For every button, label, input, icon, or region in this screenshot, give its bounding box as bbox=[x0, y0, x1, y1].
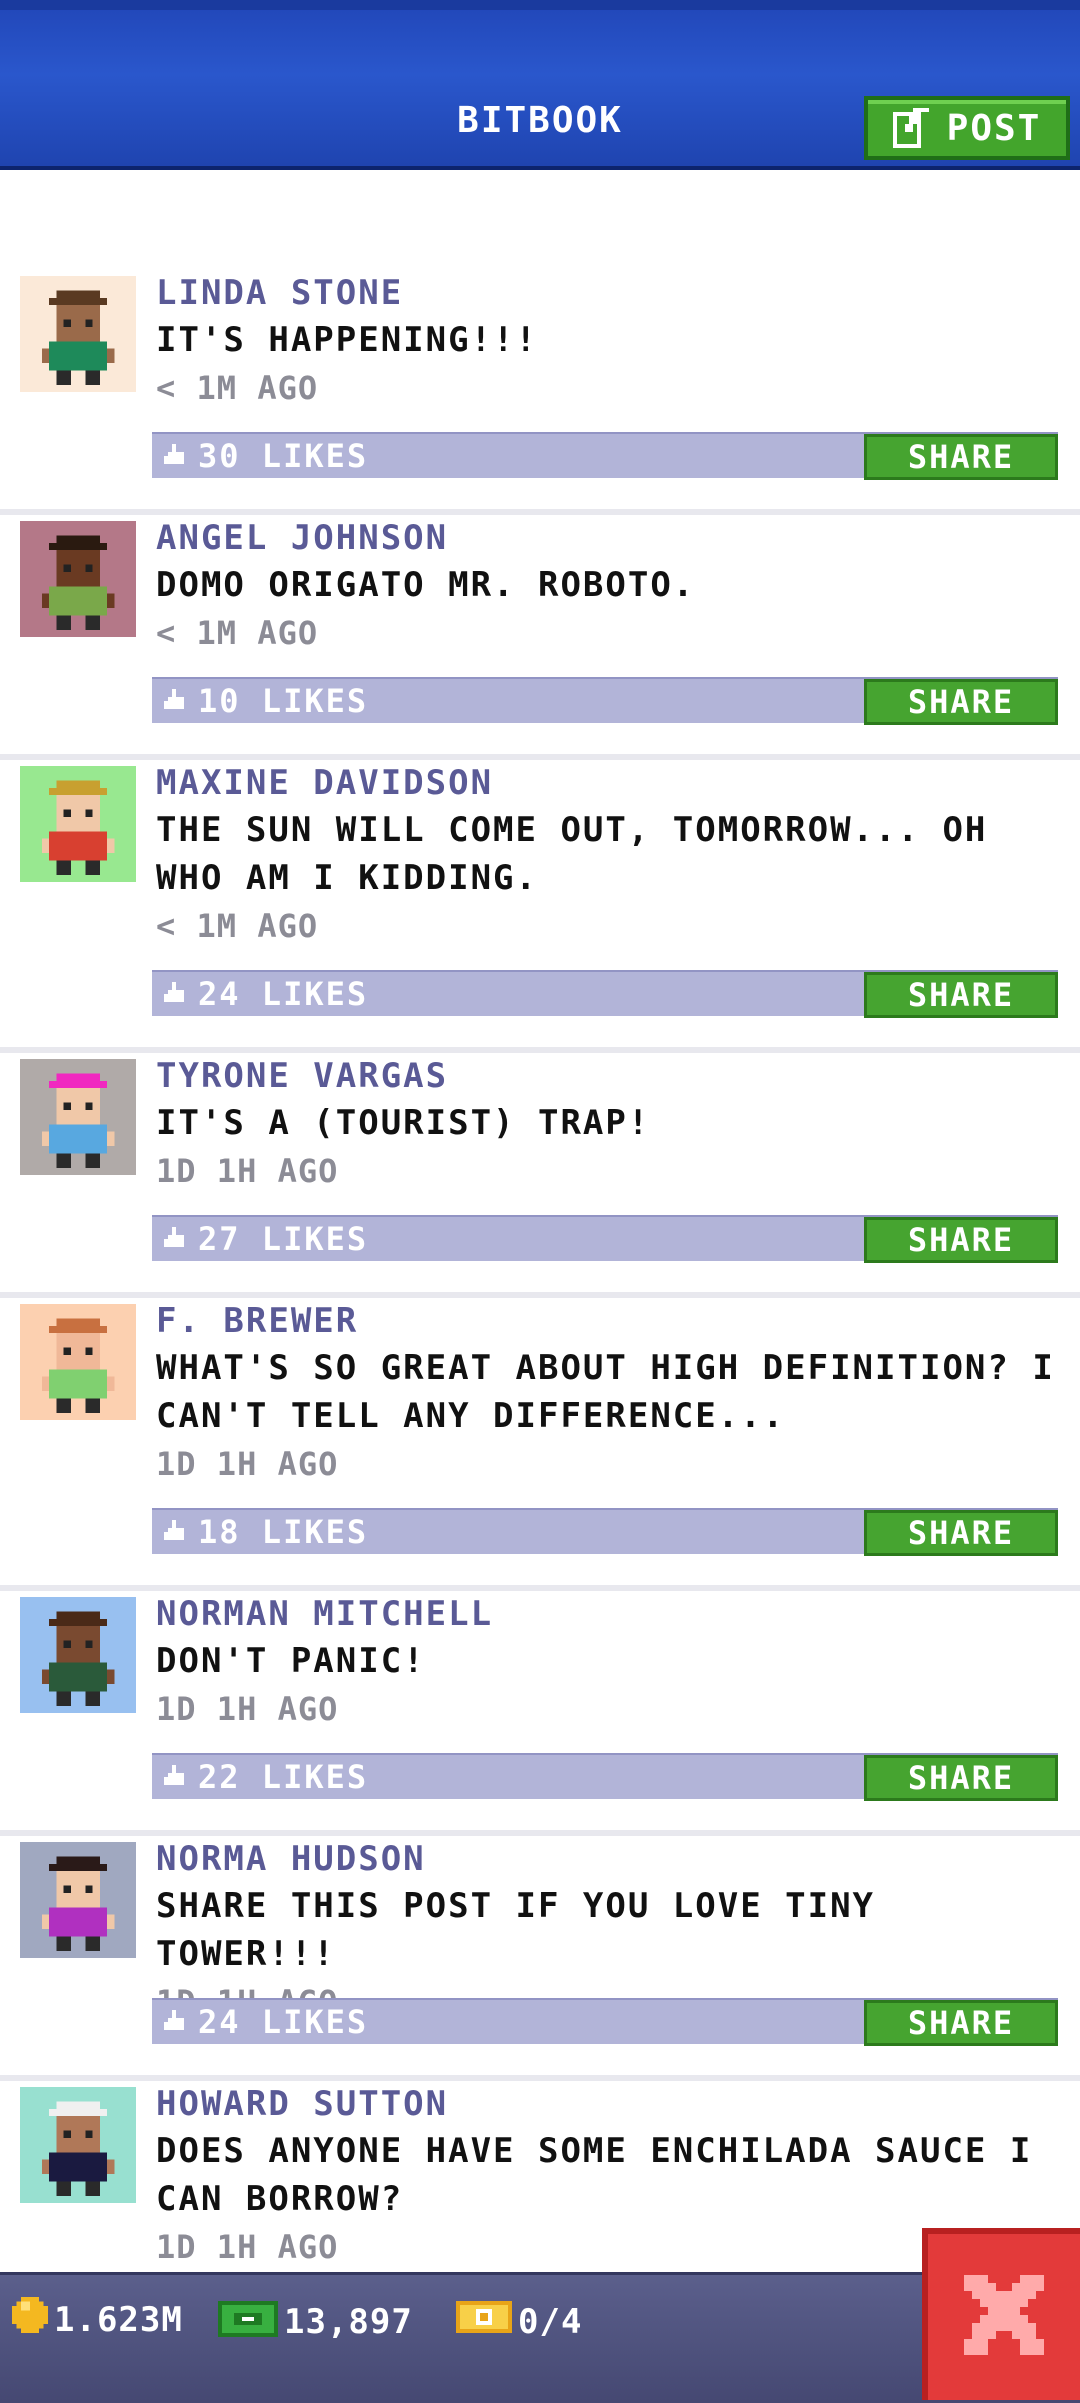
post-author[interactable]: F. BREWER bbox=[156, 1298, 1066, 1344]
post-author[interactable]: LINDA STONE bbox=[156, 270, 1066, 316]
likes-count: 30 LIKES bbox=[198, 437, 369, 475]
likes-count: 22 LIKES bbox=[198, 1758, 369, 1796]
status-strip bbox=[0, 0, 1080, 10]
feed-post: ANGEL JOHNSON DOMO ORIGATO MR. ROBOTO. <… bbox=[0, 515, 1080, 760]
thumbs-up-icon bbox=[164, 1227, 188, 1251]
edit-icon bbox=[892, 108, 933, 148]
thumbs-up-icon bbox=[164, 444, 188, 468]
share-button[interactable]: SHARE bbox=[864, 679, 1058, 725]
post-time: < 1M AGO bbox=[156, 614, 319, 652]
post-author[interactable]: NORMA HUDSON bbox=[156, 1836, 1066, 1882]
ticket-icon bbox=[456, 2297, 512, 2346]
post-time: 1D 1H AGO bbox=[156, 1445, 339, 1483]
avatar bbox=[20, 1059, 136, 1175]
post-author[interactable]: HOWARD SUTTON bbox=[156, 2081, 1066, 2127]
tickets-counter: 0/4 bbox=[456, 2297, 582, 2346]
thumbs-up-icon bbox=[164, 982, 188, 1006]
avatar bbox=[20, 1842, 136, 1958]
bux-cash-icon bbox=[218, 2297, 278, 2346]
post-message: DOES ANYONE HAVE SOME ENCHILADA SAUCE I … bbox=[156, 2131, 1033, 2219]
close-icon bbox=[964, 2275, 1044, 2359]
post-message: DON'T PANIC! bbox=[156, 1641, 426, 1681]
likes-count: 24 LIKES bbox=[198, 975, 369, 1013]
share-button[interactable]: SHARE bbox=[864, 1755, 1058, 1801]
post-author[interactable]: ANGEL JOHNSON bbox=[156, 515, 1066, 561]
thumbs-up-icon bbox=[164, 1765, 188, 1789]
likes-bar: 18 LIKES SHARE bbox=[152, 1508, 1058, 1556]
resource-bar: 1.623M 13,897 0/4 bbox=[0, 2272, 1080, 2403]
feed-post: LINDA STONE IT'S HAPPENING!!! < 1M AGO 3… bbox=[0, 270, 1080, 515]
avatar bbox=[20, 276, 136, 392]
likes-count: 27 LIKES bbox=[198, 1220, 369, 1258]
feed-list[interactable]: LINDA STONE IT'S HAPPENING!!! < 1M AGO 3… bbox=[0, 270, 1080, 2281]
feed-post: TYRONE VARGAS IT'S A (TOURIST) TRAP! 1D … bbox=[0, 1053, 1080, 1298]
post-message: THE SUN WILL COME OUT, TOMORROW... OH WH… bbox=[156, 810, 988, 898]
thumbs-up-icon bbox=[164, 1520, 188, 1544]
coins-value: 1.623M bbox=[54, 2299, 183, 2340]
feed-post: NORMA HUDSON SHARE THIS POST IF YOU LOVE… bbox=[0, 1836, 1080, 2081]
post-message: WHAT'S SO GREAT ABOUT HIGH DEFINITION? I… bbox=[156, 1348, 1055, 1436]
post-time: < 1M AGO bbox=[156, 369, 319, 407]
tickets-value: 0/4 bbox=[518, 2301, 583, 2342]
avatar bbox=[20, 1304, 136, 1420]
post-message: SHARE THIS POST IF YOU LOVE TINY TOWER!!… bbox=[156, 1886, 876, 1974]
close-button[interactable] bbox=[922, 2228, 1080, 2400]
feed-post: NORMAN MITCHELL DON'T PANIC! 1D 1H AGO 2… bbox=[0, 1591, 1080, 1836]
likes-bar: 22 LIKES SHARE bbox=[152, 1753, 1058, 1801]
feed-post: F. BREWER WHAT'S SO GREAT ABOUT HIGH DEF… bbox=[0, 1298, 1080, 1591]
thumbs-up-icon bbox=[164, 689, 188, 713]
post-message: DOMO ORIGATO MR. ROBOTO. bbox=[156, 565, 696, 605]
avatar bbox=[20, 1597, 136, 1713]
bux-value: 13,897 bbox=[284, 2301, 413, 2342]
post-time: < 1M AGO bbox=[156, 907, 319, 945]
likes-bar: 27 LIKES SHARE bbox=[152, 1215, 1058, 1263]
likes-bar: 30 LIKES SHARE bbox=[152, 432, 1058, 480]
bux-counter: 13,897 bbox=[218, 2297, 413, 2346]
feed-post: HOWARD SUTTON DOES ANYONE HAVE SOME ENCH… bbox=[0, 2081, 1080, 2281]
feed-post: MAXINE DAVIDSON THE SUN WILL COME OUT, T… bbox=[0, 760, 1080, 1053]
likes-count: 24 LIKES bbox=[198, 2003, 369, 2041]
post-message: IT'S HAPPENING!!! bbox=[156, 320, 538, 360]
share-button[interactable]: SHARE bbox=[864, 1217, 1058, 1263]
coin-icon bbox=[12, 2297, 48, 2342]
share-button[interactable]: SHARE bbox=[864, 434, 1058, 480]
post-author[interactable]: TYRONE VARGAS bbox=[156, 1053, 1066, 1099]
post-author[interactable]: MAXINE DAVIDSON bbox=[156, 760, 1066, 806]
avatar bbox=[20, 521, 136, 637]
post-button[interactable]: POST bbox=[864, 96, 1070, 160]
likes-count: 18 LIKES bbox=[198, 1513, 369, 1551]
likes-bar: 24 LIKES SHARE bbox=[152, 970, 1058, 1018]
post-button-label: POST bbox=[946, 107, 1042, 149]
likes-count: 10 LIKES bbox=[198, 682, 369, 720]
share-button[interactable]: SHARE bbox=[864, 1510, 1058, 1556]
avatar bbox=[20, 766, 136, 882]
share-button[interactable]: SHARE bbox=[864, 972, 1058, 1018]
thumbs-up-icon bbox=[164, 2010, 188, 2034]
header-bar: BITBOOK POST bbox=[0, 0, 1080, 170]
post-time: 1D 1H AGO bbox=[156, 1690, 339, 1728]
likes-bar: 24 LIKES SHARE bbox=[152, 1998, 1058, 2046]
coins-counter: 1.623M bbox=[12, 2297, 183, 2342]
avatar bbox=[20, 2087, 136, 2203]
post-author[interactable]: NORMAN MITCHELL bbox=[156, 1591, 1066, 1637]
likes-bar: 10 LIKES SHARE bbox=[152, 677, 1058, 725]
post-message: IT'S A (TOURIST) TRAP! bbox=[156, 1103, 651, 1143]
post-time: 1D 1H AGO bbox=[156, 1152, 339, 1190]
share-button[interactable]: SHARE bbox=[864, 2000, 1058, 2046]
